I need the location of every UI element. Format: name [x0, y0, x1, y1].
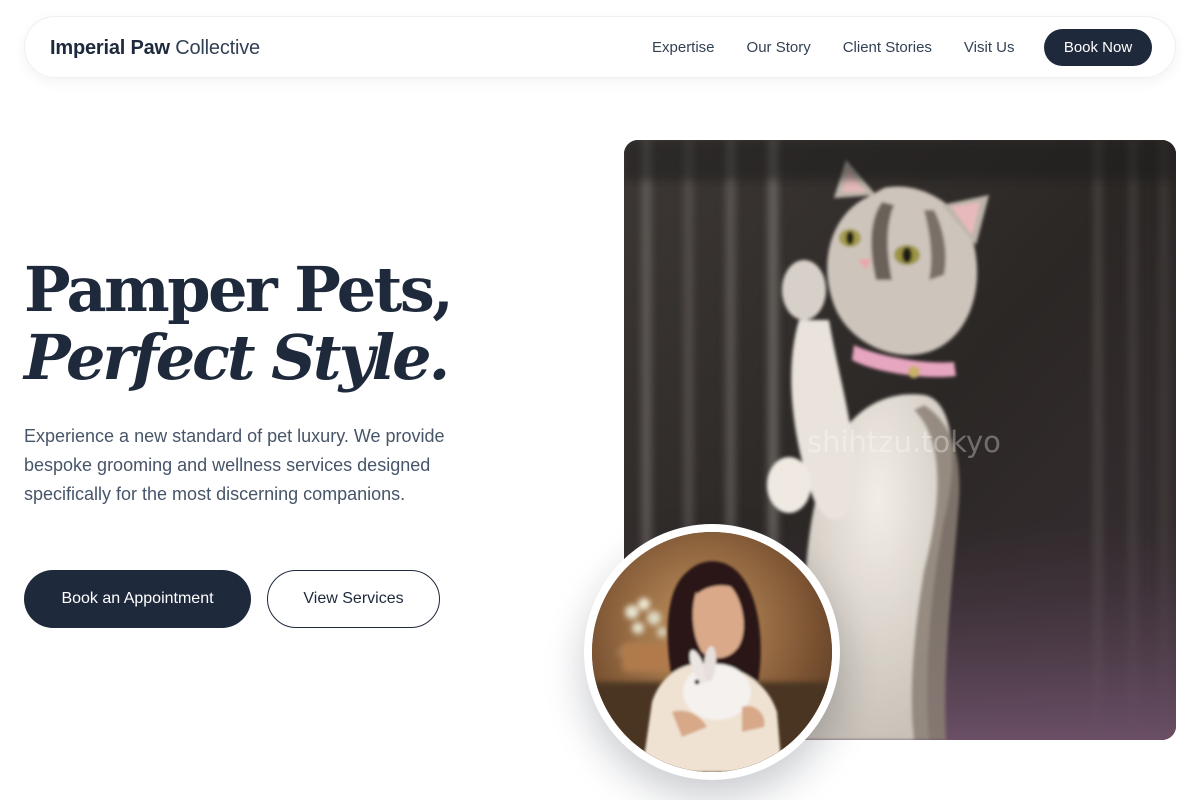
book-now-button[interactable]: Book Now	[1044, 29, 1152, 66]
top-navigation: Imperial Paw Collective Expertise Our St…	[24, 16, 1176, 78]
hero-title-line-1: Pamper Pets,	[24, 253, 454, 326]
view-services-button[interactable]: View Services	[267, 570, 440, 628]
owner-with-rabbit-photo	[592, 532, 832, 772]
book-appointment-button[interactable]: Book an Appointment	[24, 570, 251, 628]
nav-link-visit-us[interactable]: Visit Us	[964, 37, 1015, 59]
nav-link-our-story[interactable]: Our Story	[747, 37, 811, 59]
brand-name-light: Collective	[175, 37, 260, 59]
hero-headline: Pamper Pets, Perfect Style.	[24, 253, 454, 394]
woman-holding-rabbit-illustration	[592, 532, 832, 772]
owner-photo-badge	[584, 524, 840, 780]
brand-logo[interactable]: Imperial Paw Collective	[50, 35, 260, 61]
nav-links: Expertise Our Story Client Stories Visit…	[652, 37, 1015, 59]
brand-name-bold: Imperial Paw	[50, 37, 170, 59]
photo-watermark: shihtzu.tokyo	[807, 425, 1001, 459]
nav-link-client-stories[interactable]: Client Stories	[843, 37, 932, 59]
nav-link-expertise[interactable]: Expertise	[652, 37, 715, 59]
hero-description: Experience a new standard of pet luxury.…	[24, 426, 445, 504]
hero-title-line-2: Perfect Style.	[24, 321, 450, 394]
